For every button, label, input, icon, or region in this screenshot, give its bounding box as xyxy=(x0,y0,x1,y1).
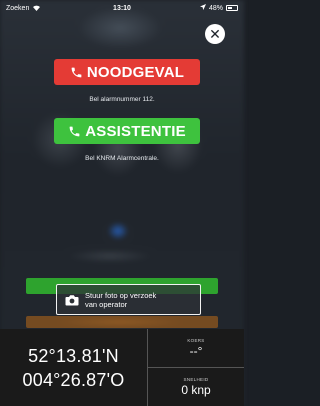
emergency-caption: Bel alarmnummer 112. xyxy=(89,96,155,103)
course-value: --° xyxy=(189,344,203,358)
course-label: KOERS xyxy=(187,338,205,343)
phone-icon xyxy=(70,66,83,79)
assistance-call-button[interactable]: ASSISTENTIE xyxy=(54,118,200,144)
longitude-value: 004°26.87'O xyxy=(22,369,125,390)
battery-icon xyxy=(226,5,238,11)
emergency-call-label: NOODGEVAL xyxy=(86,63,185,81)
assistance-call-label: ASSISTENTIE xyxy=(85,122,186,140)
close-button[interactable]: ✕ xyxy=(205,24,225,44)
send-photo-button[interactable]: Stuur foto op verzoek van operator xyxy=(56,284,201,315)
background-orange-bar xyxy=(26,316,218,328)
status-bar: Zoeken 13:10 48% xyxy=(0,0,244,16)
course-speed-column: KOERS --° SNELHEID 0 knp xyxy=(148,329,244,406)
course-cell: KOERS --° xyxy=(148,329,244,367)
phone-icon xyxy=(68,125,81,138)
position-display: 52°13.81'N 004°26.87'O xyxy=(0,329,148,406)
assistance-caption: Bel KNRM Alarmcentrale. xyxy=(85,155,159,162)
close-icon: ✕ xyxy=(209,26,221,42)
send-photo-line1: Stuur foto op verzoek xyxy=(85,290,157,300)
speed-value: 0 knp xyxy=(181,383,211,397)
battery-percentage: 48% xyxy=(208,4,223,12)
location-arrow-icon xyxy=(199,4,206,12)
emergency-call-button[interactable]: NOODGEVAL xyxy=(54,59,200,85)
navigation-panel: 52°13.81'N 004°26.87'O KOERS --° SNELHEI… xyxy=(0,329,244,406)
speed-label: SNELHEID xyxy=(183,377,209,382)
carrier-label: Zoeken xyxy=(6,4,30,12)
send-photo-line2: van operator xyxy=(85,299,128,309)
latitude-value: 52°13.81'N xyxy=(28,345,119,366)
speed-cell: SNELHEID 0 knp xyxy=(148,367,244,406)
camera-icon xyxy=(65,294,79,306)
send-photo-label: Stuur foto op verzoek van operator xyxy=(85,291,156,309)
wifi-icon xyxy=(32,4,41,13)
